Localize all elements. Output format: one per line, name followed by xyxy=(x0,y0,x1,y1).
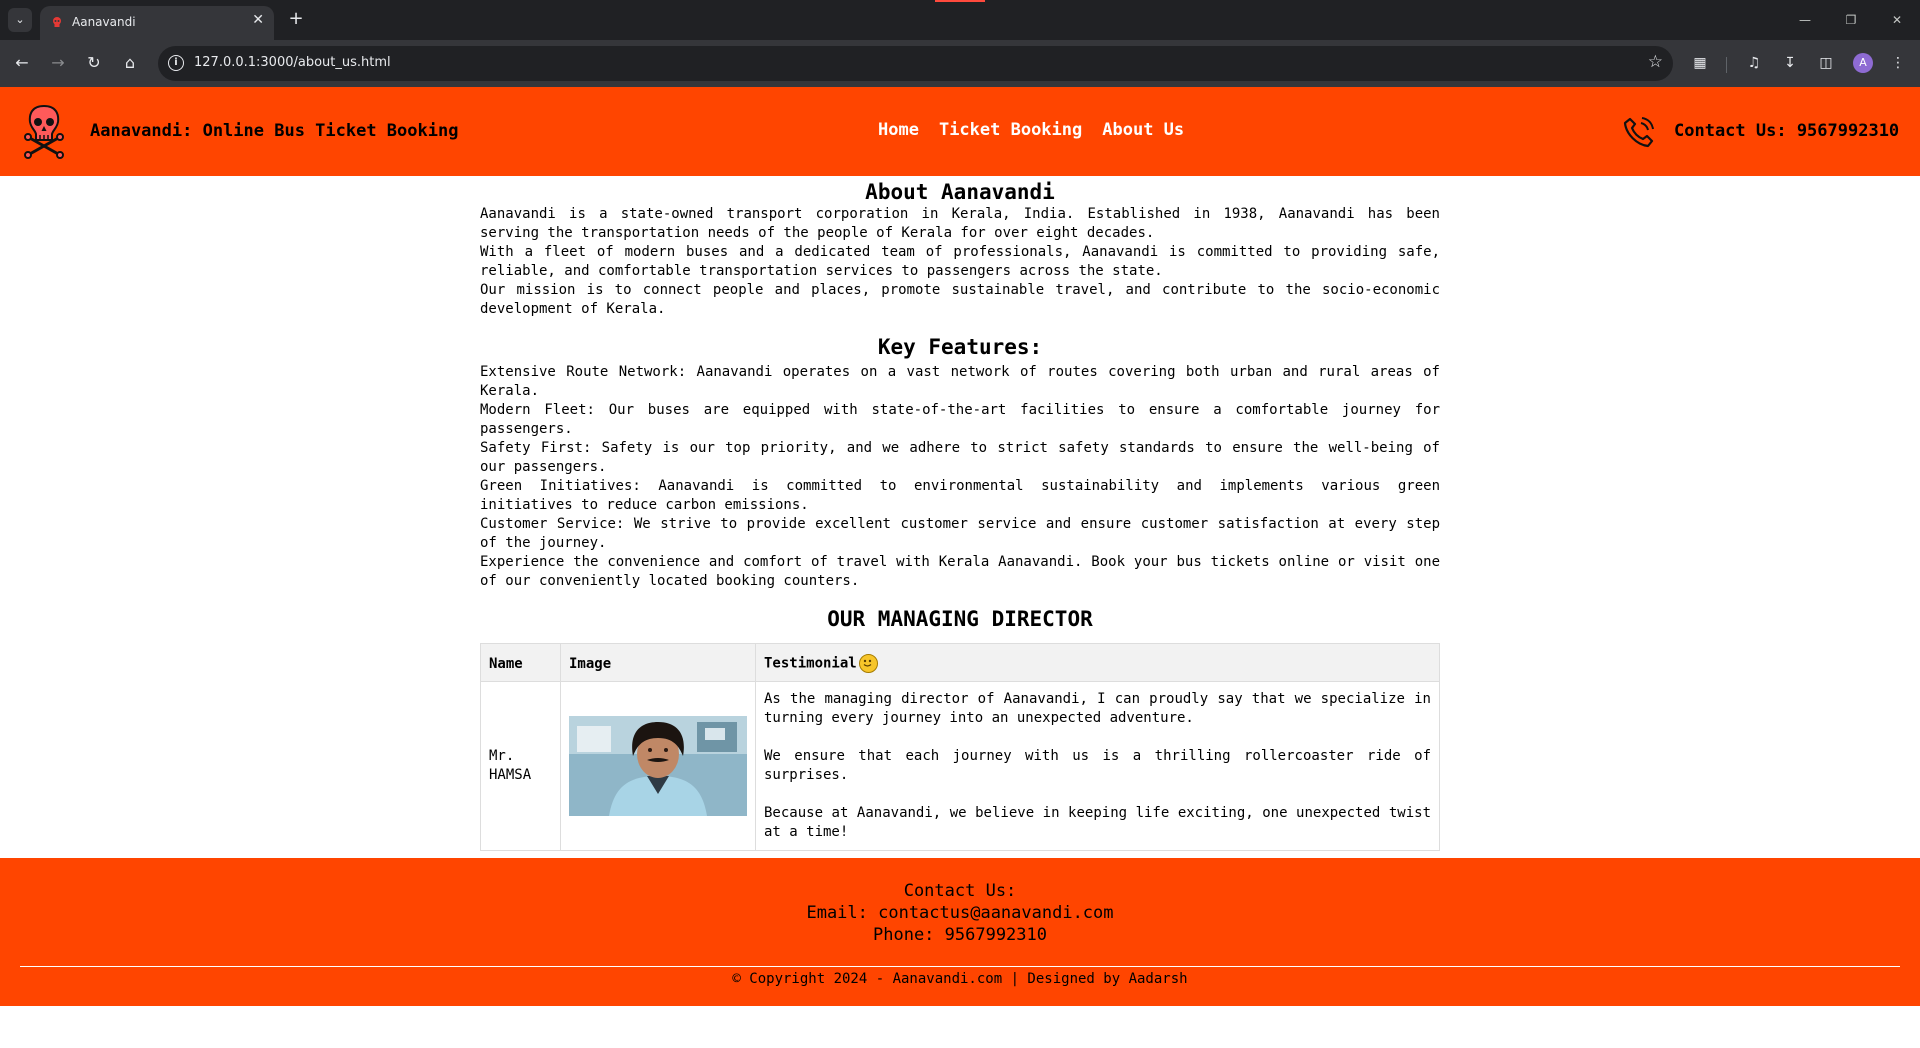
new-tab-plus-icon[interactable]: + xyxy=(284,8,308,32)
close-window-icon[interactable]: ✕ xyxy=(1874,0,1920,40)
site-header: Aanavandi: Online Bus Ticket Booking Hom… xyxy=(0,87,1920,176)
director-photo xyxy=(569,716,747,816)
testimonial-header-label: Testimonial xyxy=(764,655,857,672)
toolbar-separator xyxy=(1726,57,1727,73)
back-arrow-icon[interactable]: ← xyxy=(10,51,34,75)
about-paragraph-fleet: With a fleet of modern buses and a dedic… xyxy=(480,244,1440,279)
tab-title: Aanavandi xyxy=(72,15,136,29)
extensions-puzzle-icon[interactable]: ▦ xyxy=(1688,51,1712,75)
menu-kebab-icon[interactable]: ⋮ xyxy=(1886,51,1910,75)
testimonial-paragraph: Because at Aanavandi, we believe in keep… xyxy=(764,805,1431,840)
director-name: Mr. HAMSA xyxy=(480,681,561,851)
downloads-icon[interactable]: ↧ xyxy=(1778,51,1802,75)
skull-crossbones-logo-icon[interactable] xyxy=(24,103,64,159)
footer-copyright: © Copyright 2024 - Aanavandi.com | Desig… xyxy=(732,971,1188,987)
footer-email[interactable]: Email: contactus@aanavandi.com xyxy=(0,902,1920,924)
about-paragraph-history: Aanavandi is a state-owned transport cor… xyxy=(480,206,1440,241)
key-features-list: Extensive Route Network: Aanavandi opera… xyxy=(480,363,1440,553)
feature-modern-fleet: Modern Fleet: Our buses are equipped wit… xyxy=(480,401,1440,439)
testimonial-paragraph: We ensure that each journey with us is a… xyxy=(764,748,1431,783)
director-image-cell xyxy=(560,681,756,851)
site-info-icon[interactable]: i xyxy=(168,55,184,71)
main-nav: Home Ticket Booking About Us xyxy=(878,120,1184,140)
header-contact-number: Contact Us: 9567992310 xyxy=(1674,121,1900,141)
window-controls: — ❐ ✕ xyxy=(1782,0,1920,40)
key-features-title: Key Features: xyxy=(877,335,1043,359)
features-closing-text: Experience the convenience and comfort o… xyxy=(480,554,1440,589)
tab-search-chevron-icon[interactable]: ⌄ xyxy=(8,8,32,32)
column-header-name: Name xyxy=(480,643,561,682)
footer-divider xyxy=(20,966,1900,967)
browser-tab-bar: ⌄ Aanavandi ✕ + — ❐ ✕ xyxy=(0,0,1920,40)
footer-contact-heading: Contact Us: xyxy=(903,881,1017,901)
about-paragraph-mission: Our mission is to connect people and pla… xyxy=(480,282,1440,317)
column-header-testimonial: Testimonial xyxy=(755,643,1440,682)
address-bar[interactable]: i 127.0.0.1:3000/about_us.html ☆ xyxy=(158,46,1673,81)
director-testimonial: As the managing director of Aanavandi, I… xyxy=(755,681,1440,851)
media-controls-icon[interactable]: ♫ xyxy=(1742,51,1766,75)
managing-director-table: Name Image Testimonial Mr. HAMSA As the … xyxy=(480,643,1440,851)
phone-call-icon xyxy=(1623,117,1654,148)
bookmark-star-icon[interactable]: ☆ xyxy=(1648,52,1663,72)
nav-link-home[interactable]: Home xyxy=(878,120,919,140)
table-row: Mr. HAMSA As the managing director of Aa… xyxy=(480,681,1440,851)
url-text[interactable]: 127.0.0.1:3000/about_us.html xyxy=(194,55,391,70)
about-content: About Aanavandi Aanavandi is a state-own… xyxy=(480,176,1440,858)
feature-green-initiatives: Green Initiatives: Aanavandi is committe… xyxy=(480,477,1440,515)
footer-phone: Phone: 9567992310 xyxy=(873,925,1047,945)
home-icon[interactable]: ⌂ xyxy=(118,51,142,75)
side-panel-icon[interactable]: ◫ xyxy=(1814,51,1838,75)
minimize-icon[interactable]: — xyxy=(1782,0,1828,40)
table-header-row: Name Image Testimonial xyxy=(480,643,1440,682)
site-footer: Contact Us: Email: contactus@aanavandi.c… xyxy=(0,858,1920,1006)
nav-link-ticket-booking[interactable]: Ticket Booking xyxy=(939,120,1082,140)
restore-icon[interactable]: ❐ xyxy=(1828,0,1874,40)
feature-customer-service: Customer Service: We strive to provide e… xyxy=(480,515,1440,553)
feature-safety-first: Safety First: Safety is our top priority… xyxy=(480,439,1440,477)
column-header-image: Image xyxy=(560,643,756,682)
feature-route-network: Extensive Route Network: Aanavandi opera… xyxy=(480,363,1440,401)
tab-close-icon[interactable]: ✕ xyxy=(252,12,264,28)
nav-link-about-us[interactable]: About Us xyxy=(1102,120,1184,140)
smiley-emoji-icon xyxy=(858,654,878,673)
testimonial-paragraph: As the managing director of Aanavandi, I… xyxy=(764,691,1431,726)
profile-avatar[interactable]: A xyxy=(1853,53,1873,73)
about-title: About Aanavandi xyxy=(865,180,1055,204)
forward-arrow-icon[interactable]: → xyxy=(46,51,70,75)
managing-director-title: OUR MANAGING DIRECTOR xyxy=(827,607,1093,631)
top-accent-line xyxy=(935,0,985,2)
browser-toolbar: ← → ↻ ⌂ i 127.0.0.1:3000/about_us.html ☆… xyxy=(0,40,1920,87)
browser-tab[interactable]: Aanavandi ✕ xyxy=(40,6,274,40)
skull-favicon-icon xyxy=(53,17,61,27)
reload-icon[interactable]: ↻ xyxy=(82,51,106,75)
site-brand-title: Aanavandi: Online Bus Ticket Booking xyxy=(90,121,459,141)
